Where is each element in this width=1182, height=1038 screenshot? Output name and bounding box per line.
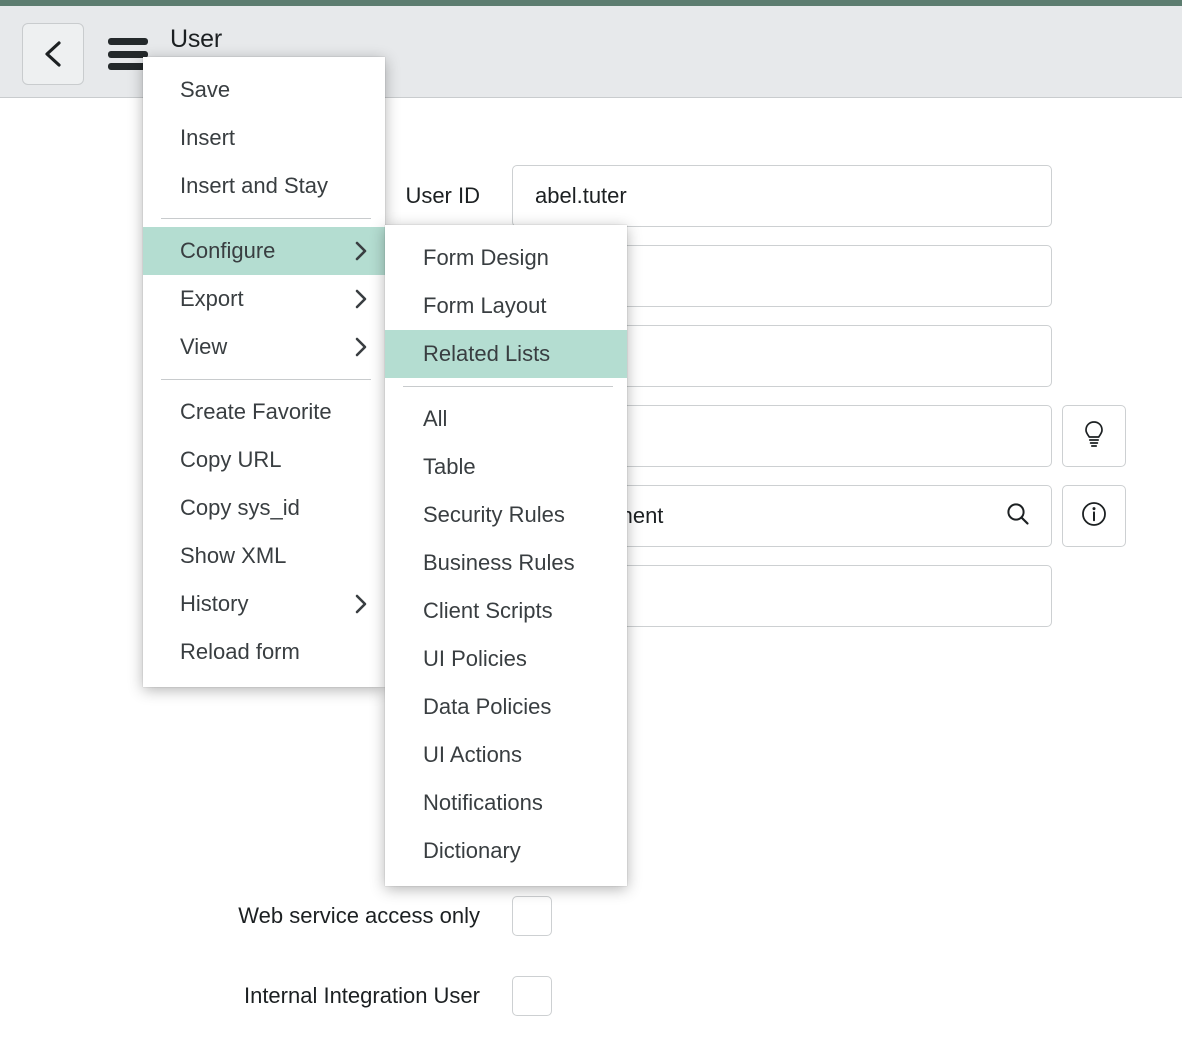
chevron-right-icon: [353, 287, 369, 311]
internal-integration-user-checkbox[interactable]: [512, 976, 552, 1016]
submenu-item-form-design[interactable]: Form Design: [385, 234, 627, 282]
menu-item-label: Copy sys_id: [180, 495, 300, 521]
submenu-item-ui-actions[interactable]: UI Actions: [385, 731, 627, 779]
menu-item-copy-sys-id[interactable]: Copy sys_id: [143, 484, 385, 532]
context-menu: Save Insert Insert and Stay Configure Ex…: [143, 57, 385, 687]
menu-item-create-favorite[interactable]: Create Favorite: [143, 388, 385, 436]
menu-item-label: View: [180, 334, 227, 360]
web-service-access-only-checkbox[interactable]: [512, 896, 552, 936]
submenu-item-label: Security Rules: [423, 502, 565, 528]
lightbulb-hint-button[interactable]: [1062, 405, 1126, 467]
app-root: User Abel Tuter User ID abel.tuter: [0, 0, 1182, 1038]
menu-item-history[interactable]: History: [143, 580, 385, 628]
user-id-input[interactable]: abel.tuter: [512, 165, 1052, 227]
submenu-item-business-rules[interactable]: Business Rules: [385, 539, 627, 587]
lightbulb-icon: [1081, 419, 1107, 454]
submenu-item-label: Form Design: [423, 245, 549, 271]
submenu-item-label: Data Policies: [423, 694, 551, 720]
submenu-item-label: Notifications: [423, 790, 543, 816]
menu-divider: [161, 379, 371, 380]
submenu-item-ui-policies[interactable]: UI Policies: [385, 635, 627, 683]
internal-integration-user-label: Internal Integration User: [60, 983, 480, 1009]
menu-item-reload-form[interactable]: Reload form: [143, 628, 385, 676]
submenu-item-all[interactable]: All: [385, 395, 627, 443]
menu-item-label: Insert and Stay: [180, 173, 328, 199]
chevron-right-icon: [353, 335, 369, 359]
submenu-item-related-lists[interactable]: Related Lists: [385, 330, 627, 378]
configure-submenu: Form Design Form Layout Related Lists Al…: [385, 225, 627, 886]
submenu-item-label: Client Scripts: [423, 598, 553, 624]
menu-divider: [161, 218, 371, 219]
menu-item-copy-url[interactable]: Copy URL: [143, 436, 385, 484]
menu-item-insert-and-stay[interactable]: Insert and Stay: [143, 162, 385, 210]
submenu-item-label: Dictionary: [423, 838, 521, 864]
chevron-left-icon: [40, 39, 66, 69]
submenu-item-dictionary[interactable]: Dictionary: [385, 827, 627, 875]
back-button[interactable]: [22, 23, 84, 85]
submenu-item-form-layout[interactable]: Form Layout: [385, 282, 627, 330]
submenu-divider: [403, 386, 613, 387]
form-checkbox-row: Web service access only: [0, 896, 1182, 936]
menu-item-label: Copy URL: [180, 447, 281, 473]
menu-item-label: Reload form: [180, 639, 300, 665]
submenu-item-label: Business Rules: [423, 550, 575, 576]
menu-item-configure[interactable]: Configure: [143, 227, 385, 275]
record-type-title: User: [170, 24, 500, 54]
submenu-item-notifications[interactable]: Notifications: [385, 779, 627, 827]
menu-item-save[interactable]: Save: [143, 66, 385, 114]
menu-item-label: Configure: [180, 238, 275, 264]
submenu-item-label: Table: [423, 454, 476, 480]
menu-item-label: History: [180, 591, 248, 617]
menu-item-export[interactable]: Export: [143, 275, 385, 323]
submenu-item-label: UI Actions: [423, 742, 522, 768]
reference-lookup-button[interactable]: [985, 485, 1052, 547]
info-icon: [1079, 499, 1109, 534]
submenu-item-label: Related Lists: [423, 341, 550, 367]
form-checkbox-row: Internal Integration User: [0, 976, 1182, 1016]
menu-item-insert[interactable]: Insert: [143, 114, 385, 162]
menu-item-show-xml[interactable]: Show XML: [143, 532, 385, 580]
submenu-item-label: Form Layout: [423, 293, 547, 319]
hamburger-icon[interactable]: [108, 38, 148, 70]
field-info-button[interactable]: [1062, 485, 1126, 547]
web-service-access-only-label: Web service access only: [60, 903, 480, 929]
menu-item-label: Save: [180, 77, 230, 103]
submenu-item-data-policies[interactable]: Data Policies: [385, 683, 627, 731]
menu-item-label: Create Favorite: [180, 399, 332, 425]
search-icon: [1004, 500, 1032, 533]
submenu-item-table[interactable]: Table: [385, 443, 627, 491]
menu-item-label: Export: [180, 286, 244, 312]
submenu-item-label: UI Policies: [423, 646, 527, 672]
chevron-right-icon: [353, 592, 369, 616]
submenu-item-client-scripts[interactable]: Client Scripts: [385, 587, 627, 635]
menu-item-label: Insert: [180, 125, 235, 151]
menu-item-label: Show XML: [180, 543, 286, 569]
chevron-right-icon: [353, 239, 369, 263]
submenu-item-security-rules[interactable]: Security Rules: [385, 491, 627, 539]
menu-item-view[interactable]: View: [143, 323, 385, 371]
submenu-item-label: All: [423, 406, 447, 432]
